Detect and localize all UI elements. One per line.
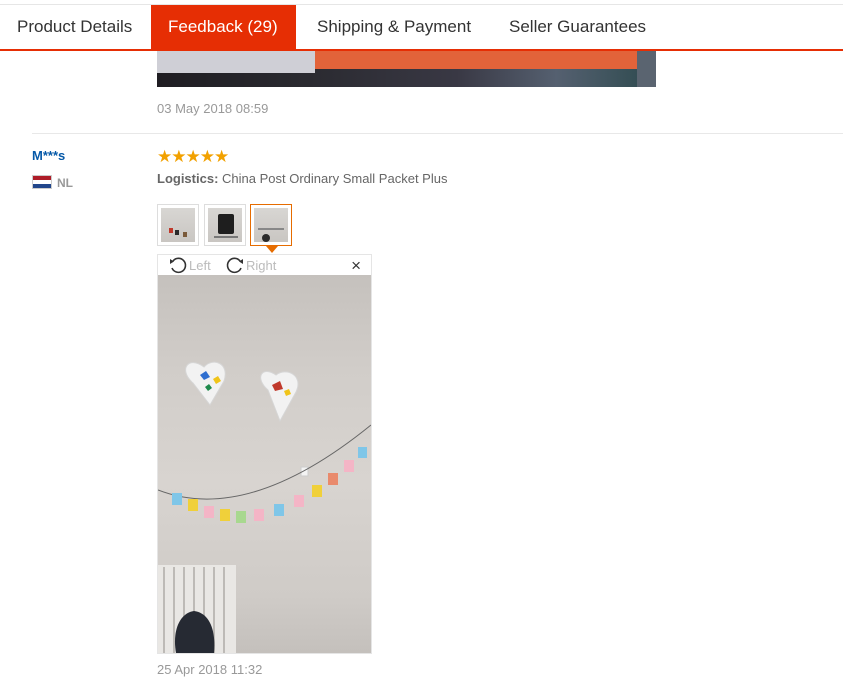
rotate-right-label: Right — [246, 258, 277, 273]
star-rating: ★★★★★ — [157, 147, 229, 166]
rotate-right-icon — [226, 257, 243, 274]
logistics-info: Logistics: China Post Ordinary Small Pac… — [157, 171, 447, 186]
thumbnail-image — [254, 208, 288, 242]
country-flag-icon — [32, 175, 52, 189]
previous-review-photo[interactable] — [157, 51, 656, 87]
tab-product-details[interactable]: Product Details — [0, 5, 149, 49]
thumbnail-image — [161, 208, 195, 242]
thumbnail-image — [208, 208, 242, 242]
photo-viewer: Left Right × — [157, 254, 372, 654]
logistics-value: China Post Ordinary Small Packet Plus — [222, 171, 448, 186]
review-date: 25 Apr 2018 11:32 — [157, 662, 263, 677]
reviewer-name[interactable]: M***s — [32, 148, 65, 163]
tab-seller-guarantees[interactable]: Seller Guarantees — [492, 5, 663, 49]
rotate-left-button[interactable]: Left — [168, 255, 223, 275]
previous-review-date: 03 May 2018 08:59 — [157, 101, 269, 116]
photo-viewer-toolbar: Left Right × — [158, 255, 371, 275]
review-photo-scene — [158, 361, 371, 653]
review-photo-thumbnail-3[interactable] — [250, 204, 292, 246]
rotate-left-icon — [170, 257, 187, 274]
active-thumbnail-caret — [266, 246, 278, 253]
logistics-label: Logistics: — [157, 171, 219, 186]
review-photo-thumbnail-1[interactable] — [157, 204, 199, 246]
close-icon[interactable]: × — [351, 256, 361, 276]
tab-shipping-payment[interactable]: Shipping & Payment — [300, 5, 488, 49]
review-photo-large — [158, 275, 371, 653]
review-divider — [32, 133, 843, 134]
tab-feedback[interactable]: Feedback (29) — [151, 5, 296, 49]
reviewer-country: NL — [57, 176, 73, 190]
tab-bar: Product Details Feedback (29) Shipping &… — [0, 0, 843, 51]
rotate-left-label: Left — [189, 258, 211, 273]
review-photo-thumbnail-2[interactable] — [204, 204, 246, 246]
rotate-right-button[interactable]: Right — [225, 255, 285, 275]
